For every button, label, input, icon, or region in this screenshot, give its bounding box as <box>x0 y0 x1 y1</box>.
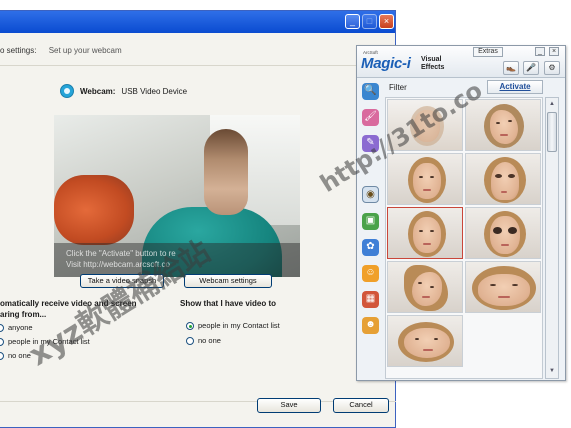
shoe-icon[interactable]: 👞 <box>503 61 519 75</box>
warp-swirl-effect-thumbnail[interactable] <box>465 99 541 151</box>
webcam-settings-button[interactable]: Webcam settings <box>184 274 272 288</box>
face-warp-icon[interactable]: ◉ <box>362 186 379 203</box>
radio-icon[interactable] <box>0 351 4 360</box>
save-button[interactable]: Save <box>257 398 321 413</box>
radio-label: people in my Contact list <box>198 321 280 330</box>
activate-button[interactable]: Activate <box>487 80 543 94</box>
webcam-label: Webcam: <box>80 86 116 96</box>
brush-icon[interactable]: 🖌 <box>362 109 379 126</box>
scroll-down-icon[interactable]: ▼ <box>547 366 557 376</box>
effects-scrollbar[interactable]: ▲ ▼ <box>545 97 559 379</box>
receive-video-title-line: omatically receive video and screen <box>0 299 137 308</box>
webcam-settings-dialog: _ □ × o settings: Set up your webcam Web… <box>0 10 396 428</box>
webcam-device-name: USB Video Device <box>121 86 188 96</box>
show-option-contacts[interactable]: people in my Contact list <box>186 321 280 330</box>
character-icon[interactable]: ☻ <box>362 317 379 334</box>
radio-label: people in my Contact list <box>8 337 90 346</box>
filter-label: Filter <box>389 83 407 92</box>
magic-i-panel: ArcSoft Magic-i Visual Effects Extras _ … <box>356 45 566 381</box>
radio-icon[interactable] <box>186 336 194 345</box>
scroll-up-icon[interactable]: ▲ <box>547 99 557 109</box>
wide-face-effect-thumbnail[interactable] <box>465 261 541 313</box>
pinch-effect-thumbnail[interactable] <box>465 153 541 205</box>
magic-i-subtitle: Visual Effects <box>421 56 445 71</box>
breadcrumb: o settings: Set up your webcam <box>0 46 122 58</box>
maximize-button[interactable]: □ <box>362 14 377 29</box>
magic-i-header[interactable]: ArcSoft Magic-i Visual Effects Extras _ … <box>357 46 565 78</box>
settings-icon[interactable]: ⚙ <box>544 61 560 75</box>
scrollbar-thumb[interactable] <box>547 112 557 152</box>
twist-effect-thumbnail[interactable] <box>387 261 463 313</box>
video-preview: Click the "Activate" button to re Visit … <box>54 115 300 277</box>
effects-grid <box>385 97 543 379</box>
video-overlay-url: Visit http://webcam.arcsoft.co <box>66 260 170 269</box>
bug-eye-effect-thumbnail[interactable] <box>465 207 541 259</box>
radio-icon[interactable] <box>0 323 4 332</box>
photo-icon[interactable]: ▦ <box>362 291 379 308</box>
normal-face-selected-effect-thumbnail[interactable] <box>387 207 463 259</box>
magnifier-icon[interactable]: 🔍 <box>362 83 379 100</box>
cancel-button[interactable]: Cancel <box>333 398 389 413</box>
divider <box>0 65 396 66</box>
smiley-icon[interactable]: ☺ <box>362 265 379 282</box>
title-bar[interactable]: _ □ × <box>0 11 395 33</box>
palette-icon[interactable]: ✎ <box>362 135 379 152</box>
radio-icon[interactable] <box>0 337 4 346</box>
microphone-icon[interactable]: 🎤 <box>523 61 539 75</box>
receive-video-title-line: aring from... <box>0 310 47 319</box>
extras-button[interactable]: Extras <box>473 47 503 57</box>
breadcrumb-section: o settings: <box>0 46 37 55</box>
receive-option-no-one[interactable]: no one <box>0 351 31 360</box>
breadcrumb-current: Set up your webcam <box>48 46 122 55</box>
bubbles-icon[interactable]: ✿ <box>362 239 379 256</box>
radio-label: anyone <box>8 323 33 332</box>
close-button[interactable]: × <box>379 14 394 29</box>
minimize-button[interactable]: _ <box>345 14 360 29</box>
receive-option-contacts[interactable]: people in my Contact list <box>0 337 90 346</box>
show-option-no-one[interactable]: no one <box>186 336 221 345</box>
webcam-device-row: Webcam: USB Video Device <box>60 83 187 99</box>
panel-close-button[interactable]: × <box>549 47 559 56</box>
panel-minimize-button[interactable]: _ <box>535 47 545 56</box>
magic-i-logo: Magic-i <box>361 55 411 72</box>
receive-video-title: omatically receive video and screen arin… <box>0 298 137 320</box>
webcam-icon <box>60 84 74 98</box>
receive-option-anyone[interactable]: anyone <box>0 323 33 332</box>
normal-face-effect-thumbnail[interactable] <box>387 153 463 205</box>
video-overlay-text: Click the "Activate" button to re <box>66 249 176 258</box>
take-snapshot-button[interactable]: Take a video snapsh <box>80 274 164 288</box>
radio-label: no one <box>198 336 221 345</box>
disintegrate-effect-thumbnail[interactable] <box>387 99 463 151</box>
stretch-effect-thumbnail[interactable] <box>387 315 463 367</box>
effect-category-sidebar: 🔍 🖌 ✎ ◉ ▣ ✿ ☺ ▦ ☻ <box>357 79 383 379</box>
frame-icon[interactable]: ▣ <box>362 213 379 230</box>
radio-selected-icon[interactable] <box>186 321 194 330</box>
radio-label: no one <box>8 351 31 360</box>
show-video-title: Show that I have video to <box>180 299 277 308</box>
